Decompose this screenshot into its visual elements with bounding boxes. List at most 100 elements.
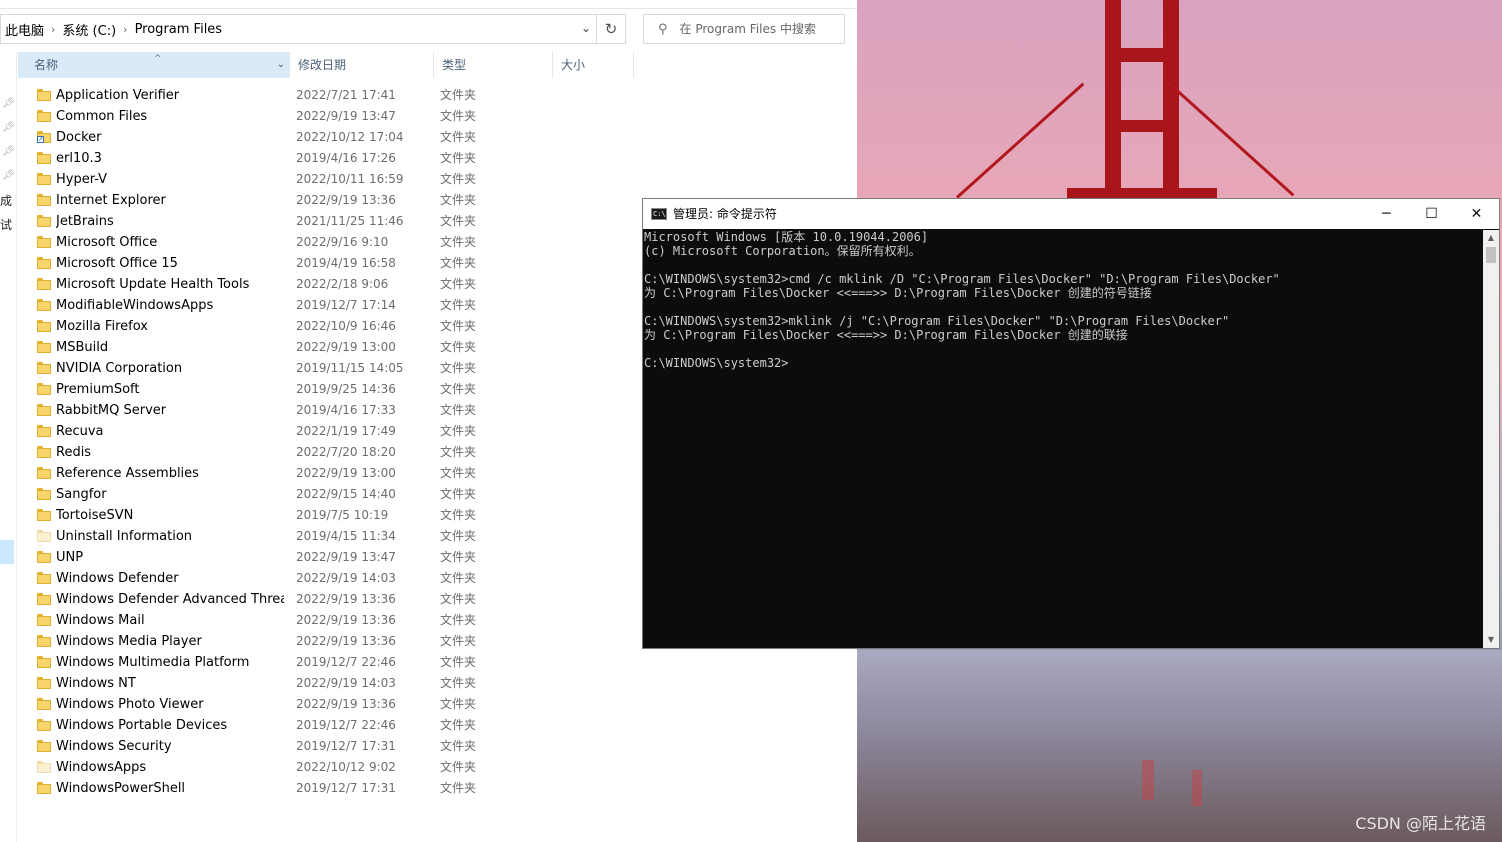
file-modified: 2022/9/19 13:47 <box>296 109 396 123</box>
pin-icon[interactable]: 📌︎ <box>2 122 15 133</box>
file-modified: 2022/10/9 16:46 <box>296 319 396 333</box>
file-row[interactable]: Windows Multimedia Platform 2019/12/7 22:… <box>18 652 658 673</box>
file-type: 文件夹 <box>440 172 477 186</box>
file-row[interactable]: RabbitMQ Server 2019/4/16 17:33 文件夹 <box>18 400 658 421</box>
file-row[interactable]: PremiumSoft 2019/9/25 14:36 文件夹 <box>18 379 658 400</box>
file-row[interactable]: ModifiableWindowsApps 2019/12/7 17:14 文件夹 <box>18 295 658 316</box>
file-row[interactable]: Reference Assemblies 2022/9/19 13:00 文件夹 <box>18 463 658 484</box>
file-row[interactable]: JetBrains 2021/11/25 11:46 文件夹 <box>18 211 658 232</box>
breadcrumb-system-c[interactable]: 系统 (C:) <box>58 20 120 39</box>
folder-icon <box>37 341 51 353</box>
file-row[interactable]: Microsoft Office 15 2019/4/19 16:58 文件夹 <box>18 253 658 274</box>
file-row[interactable]: Microsoft Office 2022/9/16 9:10 文件夹 <box>18 232 658 253</box>
file-modified: 2022/9/19 13:36 <box>296 697 396 711</box>
search-box[interactable]: ⚲ <box>643 14 845 44</box>
search-input[interactable] <box>677 21 832 37</box>
file-type: 文件夹 <box>440 529 477 543</box>
folder-icon <box>37 110 51 122</box>
file-row[interactable]: Windows Media Player 2022/9/19 13:36 文件夹 <box>18 631 658 652</box>
bridge-tower-left-leg <box>1105 0 1121 200</box>
file-row[interactable]: ↗ Docker 2022/10/12 17:04 文件夹 <box>18 127 658 148</box>
file-type: 文件夹 <box>440 319 477 333</box>
file-row[interactable]: Common Files 2022/9/19 13:47 文件夹 <box>18 106 658 127</box>
file-name: Reference Assemblies <box>56 466 199 481</box>
file-modified: 2022/9/15 14:40 <box>296 487 396 501</box>
file-row[interactable]: erl10.3 2019/4/16 17:26 文件夹 <box>18 148 658 169</box>
file-modified: 2022/9/19 14:03 <box>296 571 396 585</box>
file-type: 文件夹 <box>440 718 477 732</box>
scroll-down-icon[interactable]: ▼ <box>1483 632 1499 648</box>
file-name: MSBuild <box>56 340 109 355</box>
file-row[interactable]: WindowsApps 2022/10/12 9:02 文件夹 <box>18 757 658 778</box>
file-list: Application Verifier 2022/7/21 17:41 文件夹 Co… <box>18 85 658 799</box>
console-titlebar[interactable]: C:\ 管理员: 命令提示符 ─ ☐ ✕ <box>643 199 1499 229</box>
column-header-type[interactable]: 类型 <box>434 52 553 78</box>
address-bar[interactable]: 此电脑 › 系统 (C:) › Program Files ⌄ ↻ <box>0 14 626 44</box>
file-type: 文件夹 <box>440 739 477 753</box>
folder-icon <box>37 593 51 605</box>
pin-icon[interactable]: 📌︎ <box>2 146 15 157</box>
pin-icon[interactable]: 📌︎ <box>2 98 15 109</box>
file-name: Microsoft Update Health Tools <box>56 277 250 292</box>
file-row[interactable]: Application Verifier 2022/7/21 17:41 文件夹 <box>18 85 658 106</box>
file-row[interactable]: Windows Defender 2022/9/19 14:03 文件夹 <box>18 568 658 589</box>
folder-shortcut-icon: ↗ <box>37 131 51 143</box>
command-prompt-window[interactable]: C:\ 管理员: 命令提示符 ─ ☐ ✕ Microsoft Windows [… <box>642 198 1500 649</box>
file-row[interactable]: TortoiseSVN 2019/7/5 10:19 文件夹 <box>18 505 658 526</box>
console-scrollbar[interactable]: ▲ ▼ <box>1483 230 1499 648</box>
pin-icon[interactable]: 📌︎ <box>2 170 15 181</box>
nav-item-fragment[interactable]: 成 <box>0 192 12 209</box>
file-name: Windows Multimedia Platform <box>56 655 250 670</box>
file-row[interactable]: Windows Mail 2022/9/19 13:36 文件夹 <box>18 610 658 631</box>
file-name: RabbitMQ Server <box>56 403 167 418</box>
scrollbar-thumb[interactable] <box>1486 247 1496 263</box>
nav-item-fragment[interactable]: 试 <box>0 216 12 233</box>
file-row[interactable]: Windows NT 2022/9/19 14:03 文件夹 <box>18 673 658 694</box>
file-type: 文件夹 <box>440 151 477 165</box>
file-row[interactable]: Uninstall Information 2019/4/15 11:34 文件夹 <box>18 526 658 547</box>
breadcrumb-program-files[interactable]: Program Files <box>131 22 227 37</box>
file-name: WindowsApps <box>56 760 147 775</box>
folder-icon <box>37 614 51 626</box>
nav-selection-highlight <box>0 540 14 564</box>
minimize-button[interactable]: ─ <box>1364 199 1409 229</box>
console-output[interactable]: Microsoft Windows [版本 10.0.19044.2006] (c… <box>643 230 1484 648</box>
file-row[interactable]: Mozilla Firefox 2022/10/9 16:46 文件夹 <box>18 316 658 337</box>
file-row[interactable]: UNP 2022/9/19 13:47 文件夹 <box>18 547 658 568</box>
file-row[interactable]: Hyper-V 2022/10/11 16:59 文件夹 <box>18 169 658 190</box>
file-type: 文件夹 <box>440 508 477 522</box>
file-row[interactable]: Windows Defender Advanced Threat ... 2022… <box>18 589 658 610</box>
column-header-size[interactable]: 大小 <box>553 52 634 78</box>
folder-icon <box>37 362 51 374</box>
refresh-icon[interactable]: ↻ <box>596 15 625 43</box>
maximize-button[interactable]: ☐ <box>1409 199 1454 229</box>
folder-icon <box>37 509 51 521</box>
file-row[interactable]: NVIDIA Corporation 2019/11/15 14:05 文件夹 <box>18 358 658 379</box>
chevron-down-icon[interactable]: ⌄ <box>581 21 591 35</box>
chevron-right-icon[interactable]: › <box>120 23 130 36</box>
scroll-up-icon[interactable]: ▲ <box>1483 230 1499 246</box>
water-reflection <box>1142 760 1154 800</box>
file-row[interactable]: Windows Photo Viewer 2022/9/19 13:36 文件夹 <box>18 694 658 715</box>
chevron-down-icon[interactable]: ⌄ <box>277 52 285 78</box>
file-modified: 2019/4/15 11:34 <box>296 529 396 543</box>
file-row[interactable]: Windows Security 2019/12/7 17:31 文件夹 <box>18 736 658 757</box>
breadcrumb-this-pc[interactable]: 此电脑 <box>1 20 48 39</box>
close-button[interactable]: ✕ <box>1454 199 1499 229</box>
file-row[interactable]: Redis 2022/7/20 18:20 文件夹 <box>18 442 658 463</box>
column-header-modified[interactable]: 修改日期 <box>290 52 434 78</box>
chevron-right-icon[interactable]: › <box>48 23 58 36</box>
file-type: 文件夹 <box>440 676 477 690</box>
file-row[interactable]: MSBuild 2022/9/19 13:00 文件夹 <box>18 337 658 358</box>
file-row[interactable]: WindowsPowerShell 2019/12/7 17:31 文件夹 <box>18 778 658 799</box>
file-row[interactable]: Sangfor 2022/9/15 14:40 文件夹 <box>18 484 658 505</box>
file-row[interactable]: Internet Explorer 2022/9/19 13:36 文件夹 <box>18 190 658 211</box>
console-line: 为 C:\Program Files\Docker <<===>> D:\Pro… <box>644 328 1128 342</box>
file-row[interactable]: Windows Portable Devices 2019/12/7 22:46 文… <box>18 715 658 736</box>
file-row[interactable]: Recuva 2022/1/19 17:49 文件夹 <box>18 421 658 442</box>
file-name: Microsoft Office 15 <box>56 256 178 271</box>
file-name: NVIDIA Corporation <box>56 361 183 376</box>
file-row[interactable]: Microsoft Update Health Tools 2022/2/18 9… <box>18 274 658 295</box>
column-header-name[interactable]: ^ 名称 ⌄ <box>18 52 290 78</box>
file-modified: 2019/12/7 17:31 <box>296 781 396 795</box>
